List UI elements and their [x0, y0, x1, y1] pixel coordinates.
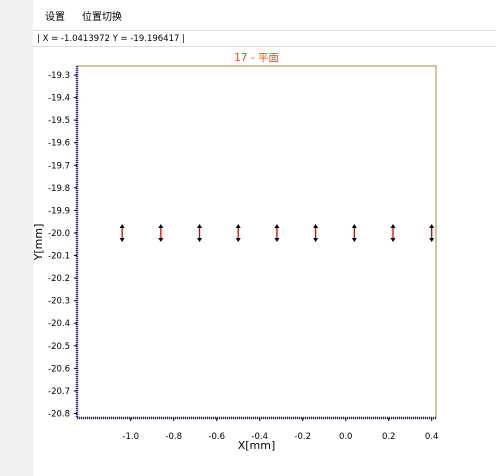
- x-tick-label: 0.4: [425, 432, 439, 442]
- x-tick-label: -1.0: [122, 432, 139, 442]
- y-axis-title: Y[mm]: [32, 224, 45, 262]
- x-tick-label: -0.2: [294, 432, 311, 442]
- x-tick-label: 0.0: [339, 432, 353, 442]
- x-axis-title: X[mm]: [238, 439, 276, 452]
- x-tick-label: 0.2: [382, 432, 396, 442]
- y-tick-label: -20.0: [48, 229, 70, 239]
- y-tick-label: -20.2: [48, 274, 70, 284]
- y-tick-label: -19.9: [48, 206, 70, 216]
- x-tick-label: -0.6: [208, 432, 225, 442]
- chart-title: 17 - 平面: [234, 52, 279, 64]
- y-tick-label: -19.4: [48, 94, 70, 104]
- x-axis-ticks: -1.0 -0.8 -0.6 -0.4 -0.2 0.0 0.2 0.4: [122, 418, 438, 442]
- y-tick-label: -20.6: [48, 364, 70, 374]
- y-tick-label: -20.3: [48, 297, 70, 307]
- y-tick-label: -19.5: [48, 116, 70, 126]
- plot-frame: [76, 65, 437, 419]
- y-tick-label: -19.7: [48, 161, 70, 171]
- y-tick-label: -19.3: [48, 71, 70, 81]
- y-tick-label: -20.1: [48, 252, 70, 262]
- chart-frame-group: [75, 65, 437, 420]
- y-tick-label: -20.5: [48, 342, 70, 352]
- y-axis-ticks: -19.3 -19.4 -19.5 -19.6 -19.7 -19.8 -19.9 -20.0…: [48, 71, 77, 419]
- y-tick-label: -19.6: [48, 139, 70, 149]
- x-tick-label: -0.8: [165, 432, 182, 442]
- y-tick-label: -19.8: [48, 184, 70, 194]
- y-tick-label: -20.4: [48, 319, 70, 329]
- y-tick-label: -20.7: [48, 387, 70, 397]
- y-tick-label: -20.8: [48, 409, 70, 419]
- plot-area[interactable]: -19.3 -19.4 -19.5 -19.6 -19.7 -19.8 -19.9 -20.0…: [0, 0, 496, 476]
